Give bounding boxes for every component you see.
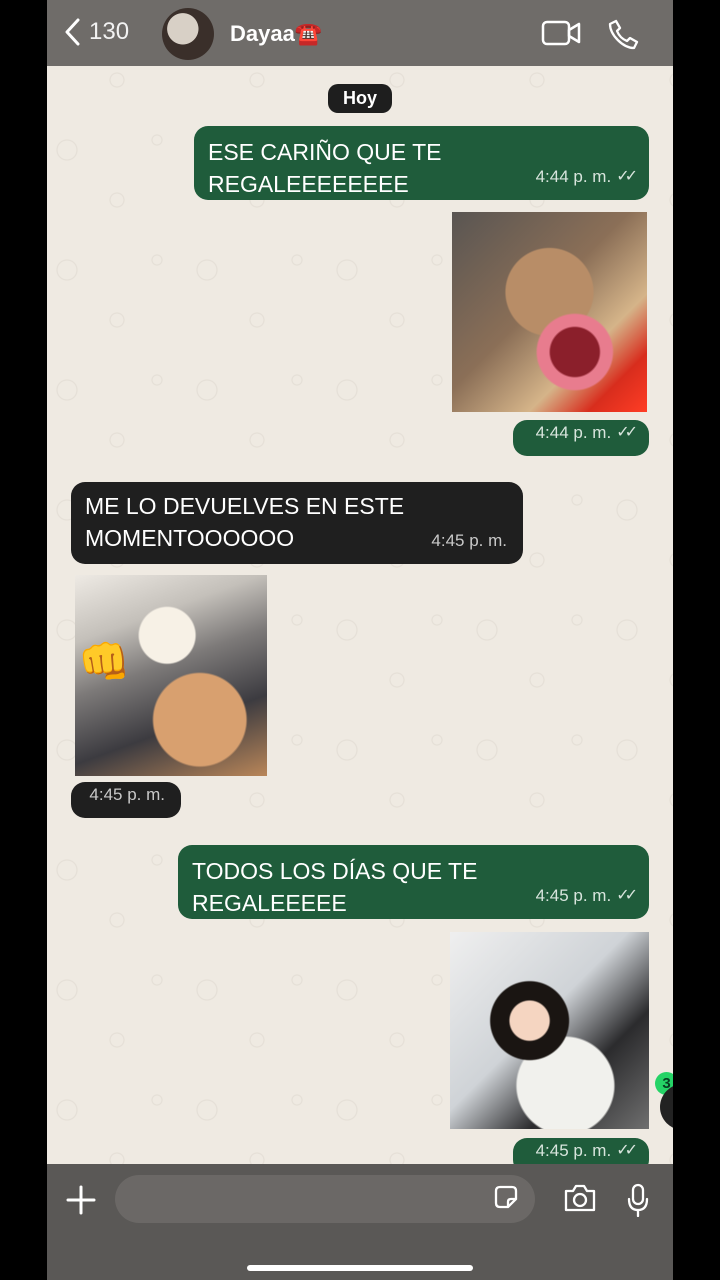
message-time: 4:45 p. m.: [535, 886, 612, 905]
message-bubble[interactable]: ESE CARIÑO QUE TE REGALEEEEEEEE 4:44 p. …: [194, 126, 649, 200]
contact-name[interactable]: Dayaa☎️: [230, 21, 322, 47]
composer-bar: [47, 1164, 673, 1280]
chevron-left-icon: [65, 18, 80, 46]
back-button[interactable]: 130: [63, 18, 129, 46]
chat-header: 130 Dayaa☎️: [47, 0, 673, 66]
message-time: 4:45 p. m.: [535, 1141, 612, 1160]
camera-icon[interactable]: [562, 1183, 598, 1213]
double-check-icon: ✓✓: [616, 887, 638, 904]
image-message-baby[interactable]: [450, 932, 649, 1129]
message-text: ESE CARIÑO QUE TE REGALEEEEEEEE: [208, 139, 442, 197]
contact-avatar[interactable]: [162, 8, 214, 60]
message-time: 4:45 p. m.: [89, 785, 165, 804]
double-check-icon: ✓✓: [616, 1142, 638, 1159]
plus-icon[interactable]: [65, 1184, 97, 1216]
double-check-icon: ✓✓: [616, 168, 638, 185]
chat-area[interactable]: Hoy ESE CARIÑO QUE TE REGALEEEEEEEE 4:44…: [47, 66, 673, 1174]
message-time: 4:45 p. m.: [431, 531, 507, 550]
image-time-bubble: 4:45 p. m.: [71, 782, 181, 818]
double-check-icon: ✓✓: [616, 424, 638, 441]
message-input[interactable]: [115, 1175, 535, 1223]
fist-emoji: 👊: [78, 638, 131, 685]
message-text-line: ME LO DEVUELVES EN ESTE: [85, 493, 405, 519]
phone-screen: 130 Dayaa☎️ Hoy ESE CARIÑO QUE TE REGALE…: [47, 0, 673, 1280]
message-bubble[interactable]: TODOS LOS DÍAS QUE TE REGALEEEEE 4:45 p.…: [178, 845, 649, 919]
message-text: TODOS LOS DÍAS QUE TE REGALEEEEE: [192, 858, 478, 916]
back-count: 130: [89, 18, 130, 45]
message-time: 4:44 p. m.: [535, 167, 612, 186]
microphone-icon[interactable]: [626, 1183, 650, 1217]
phone-call-icon[interactable]: [608, 18, 640, 50]
image-time-bubble: 4:44 p. m. ✓✓: [513, 420, 649, 456]
video-call-icon[interactable]: [541, 18, 581, 48]
image-message-cat[interactable]: 👊: [75, 575, 267, 776]
image-message-monkey[interactable]: [452, 212, 647, 412]
message-time: 4:44 p. m.: [535, 423, 612, 442]
date-separator: Hoy: [328, 84, 393, 113]
sticker-icon[interactable]: [492, 1183, 520, 1211]
message-bubble[interactable]: ME LO DEVUELVES EN ESTE MOMENTOOOOOO 4:4…: [71, 482, 523, 564]
home-indicator[interactable]: [247, 1265, 473, 1271]
